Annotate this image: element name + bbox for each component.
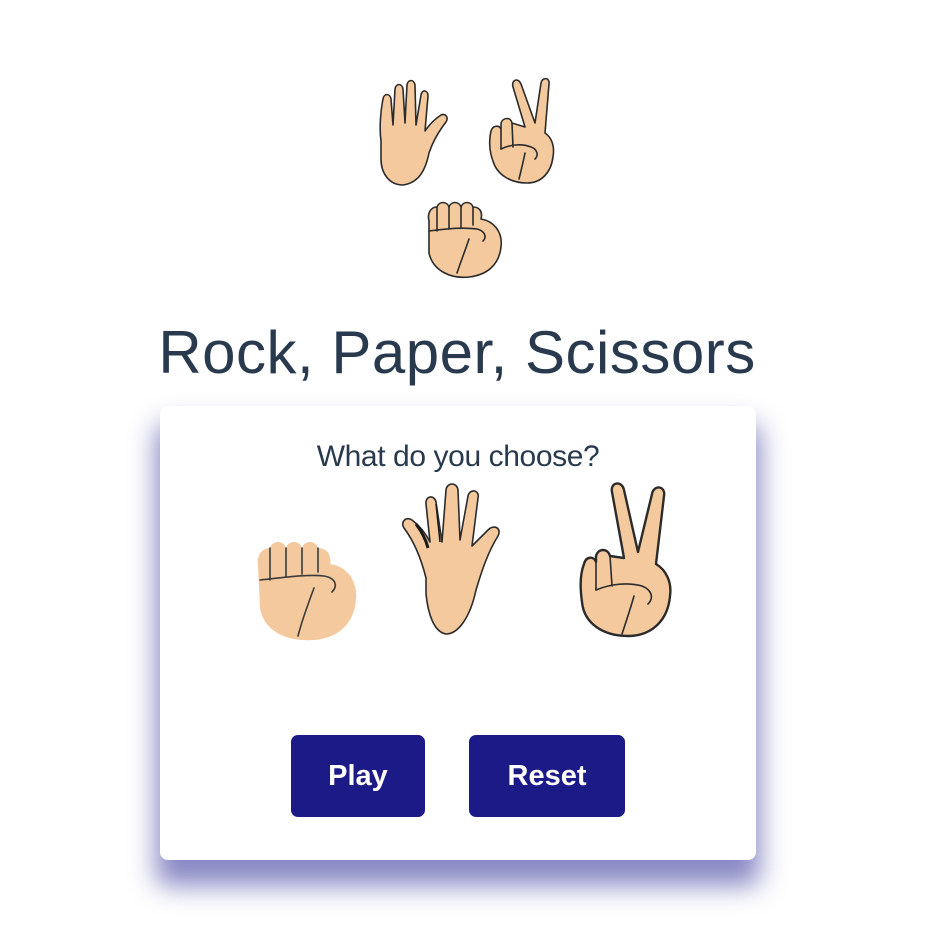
logo-victory-hand-icon xyxy=(488,77,555,184)
fist-icon xyxy=(257,542,357,641)
victory-hand-icon xyxy=(579,482,672,638)
logo-open-hand-icon xyxy=(379,79,448,186)
logo-fist-icon xyxy=(427,201,503,279)
choice-rock[interactable] xyxy=(252,536,362,646)
game-card: What do you choose? Play Reset xyxy=(160,406,756,860)
choice-prompt: What do you choose? xyxy=(316,440,600,473)
open-hand-icon xyxy=(401,483,500,635)
play-button[interactable]: Play xyxy=(291,735,425,817)
page-title: Rock, Paper, Scissors xyxy=(158,319,756,386)
logo-hands xyxy=(355,75,560,280)
choice-scissors[interactable] xyxy=(576,478,686,640)
game-page: Rock, Paper, Scissors What do you choose… xyxy=(0,0,934,938)
reset-button[interactable]: Reset xyxy=(469,735,625,817)
choice-paper[interactable] xyxy=(396,482,536,642)
